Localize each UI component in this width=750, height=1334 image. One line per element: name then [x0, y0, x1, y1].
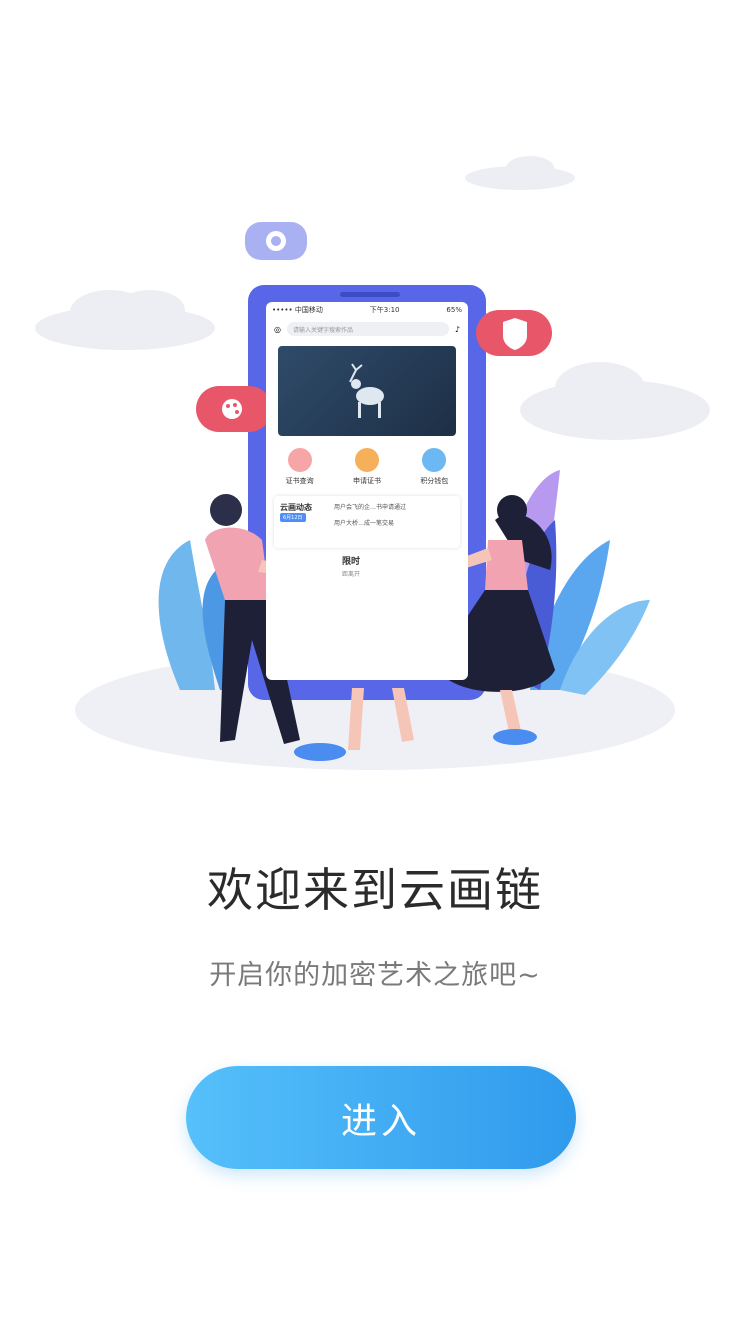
bell-icon: ♪ — [454, 324, 460, 334]
enter-button[interactable]: 进入 — [186, 1066, 576, 1169]
award-icon — [354, 448, 379, 472]
phone-screen-preview: ••••• 中国移动 下午3:10 65% ◎ 请输入关键字搜索作品 ♪ 证书查… — [266, 302, 468, 680]
carrier-label: ••••• 中国移动 — [272, 306, 323, 314]
search-box: 请输入关键字搜索作品 — [286, 322, 449, 336]
quick-icon-points-wallet: 积分钱包 — [420, 448, 448, 486]
promo-sublabel: 距离开 — [342, 571, 361, 578]
quick-icon-apply-certificate: 申请证书 — [353, 448, 381, 486]
search-placeholder: 请输入关键字搜索作品 — [292, 326, 353, 334]
quick-icons: 证书查询 申请证书 积分钱包 — [266, 448, 468, 486]
promo-label: 限时 — [342, 557, 361, 567]
news-card: 云画动态 6月12日 用户会飞的企…书申请通过 用户大桥…成一笔交易 — [274, 496, 460, 548]
news-date: 6月12日 — [280, 513, 306, 522]
welcome-illustration: ••••• 中国移动 下午3:10 65% ◎ 请输入关键字搜索作品 ♪ 证书查… — [0, 0, 750, 820]
time-label: 下午3:10 — [369, 306, 400, 314]
deer-sculpture-icon — [349, 363, 384, 418]
certificate-icon — [287, 448, 312, 472]
chat-bubble-icon — [245, 222, 307, 260]
status-bar: ••••• 中国移动 下午3:10 65% — [266, 302, 468, 318]
news-line-1: 用户会飞的企…书申请通过 — [334, 504, 407, 511]
news-line-2: 用户大桥…成一笔交易 — [334, 520, 395, 527]
headphone-icon: ◎ — [274, 324, 281, 334]
welcome-title: 欢迎来到云画链 — [207, 863, 543, 917]
wallet-icon — [422, 448, 447, 472]
chain-badge-icon — [476, 310, 552, 356]
search-row: ◎ 请输入关键字搜索作品 ♪ — [266, 318, 468, 340]
welcome-subtitle: 开启你的加密艺术之旅吧~ — [209, 960, 541, 991]
quick-icon-certificate-query: 证书查询 — [286, 448, 314, 486]
banner-image — [278, 346, 456, 436]
battery-label: 65% — [446, 306, 462, 314]
palette-badge-icon — [196, 386, 272, 432]
